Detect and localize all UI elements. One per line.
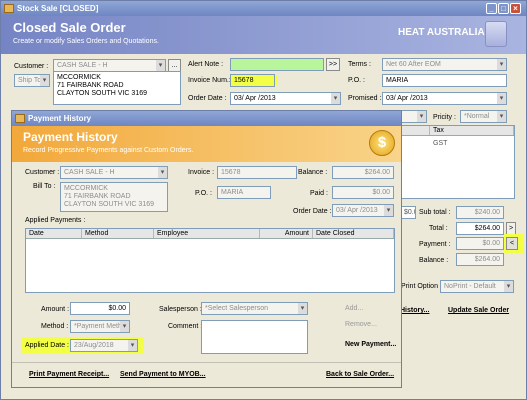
back-to-sale-order-link[interactable]: Back to Sale Order... [326,371,394,378]
terms-label: Terms : [348,61,371,68]
col-method[interactable]: Method [82,229,154,238]
tax-column-header: Tax [430,126,514,135]
total-field: $264.00 [456,222,504,235]
salesperson-label: Salesperson : [159,306,202,313]
sale-items-grid[interactable]: Tax GST [399,125,515,199]
payment-app-icon [15,114,25,123]
pay-balance-label: Balance : [298,169,328,176]
customer-label: Customer : [14,63,49,70]
pay-paid-label: Paid : [310,190,328,197]
col-date-closed[interactable]: Date Closed [313,229,394,238]
salesperson-combo[interactable]: *Select Salesperson [201,302,308,315]
tax-cell: GST [433,140,448,147]
pay-amount-label: Amount : [41,306,70,313]
applied-payments-label: Applied Payments : [25,217,86,224]
applied-date-field[interactable]: 23/Aug/2018 [70,339,138,352]
sale-order-titlebar[interactable]: Stock Sale [CLOSED] _ □ × [1,1,526,16]
pay-po-field: MARIA [217,186,271,199]
balance-label: Balance : [419,257,449,264]
invoice-highlight [275,76,278,85]
terms-combo[interactable]: Net 60 After EOM [382,58,507,71]
col-amount[interactable]: Amount [260,229,313,238]
pay-balance-field: $264.00 [332,166,394,179]
pay-invoice-field: 15678 [217,166,297,179]
banner-title: Closed Sale Order [13,20,126,35]
balance-field: $264.00 [456,253,504,266]
pay-method-combo[interactable]: *Payment Method... [70,320,130,333]
comment-label: Comment : [168,323,203,330]
update-sale-order-link[interactable]: Update Sale Order [448,307,509,314]
pay-paid-field: $0.00 [332,186,394,199]
app-icon [4,4,14,13]
brand-label: HEAT AUSTRALIA [398,27,485,38]
minimize-button[interactable]: _ [486,3,497,14]
partial-amount-field: $0.00 [400,206,416,219]
sale-order-title: Stock Sale [CLOSED] [17,4,99,13]
po-field[interactable]: MARIA [382,74,507,87]
order-date-field[interactable]: 03/ Apr /2013 [230,92,341,105]
promised-label: Promised : [348,95,382,102]
dialog-divider [12,362,401,363]
applied-payments-grid[interactable]: Date Method Employee Amount Date Closed [25,228,395,293]
stack-icon [485,21,507,47]
print-payment-receipt-link[interactable]: Print Payment Receipt... [29,371,109,378]
remove-link[interactable]: Remove... [345,321,377,328]
invoice-num-label: Invoice Num.: [188,77,231,84]
payment-history-window: Payment History Payment History Record P… [11,110,402,388]
print-option-label: Print Option : [401,283,442,290]
alert-note-field[interactable] [230,58,324,71]
priority-label: Pricity : [433,114,456,121]
sub-total-field: $240.00 [456,206,504,219]
bill-to-label: Bill To : [33,183,56,190]
ship-to-combo[interactable]: Ship To [14,74,50,87]
print-option-combo[interactable]: NoPrint - Default [440,280,514,293]
pay-order-date-field: 03/ Apr /2013 [332,204,394,217]
col-date[interactable]: Date [26,229,82,238]
comment-textarea[interactable] [201,320,308,354]
unnamed-combo[interactable] [401,110,427,123]
send-to-myob-link[interactable]: Send Payment to MYOB... [120,371,206,378]
sub-total-label: Sub total : [419,209,451,216]
maximize-button[interactable]: □ [498,3,509,14]
pay-customer-combo[interactable]: CASH SALE - H [60,166,168,179]
payment-history-button[interactable]: < [506,237,518,250]
ship-address: MCCORMICK 71 FAIRBANK ROAD CLAYTON SOUTH… [53,71,181,105]
dollar-coin-icon: $ [369,130,395,156]
alert-note-button[interactable]: >> [326,58,340,71]
priority-combo[interactable]: *Normal [460,110,507,123]
payment-history-titlebar[interactable]: Payment History [12,111,401,126]
payment-field: $0.00 [456,237,504,250]
close-button[interactable]: × [510,3,521,14]
pay-customer-label: Customer : [25,169,60,176]
payment-history-title: Payment History [28,114,92,123]
applied-date-label: Applied Date : [25,342,69,349]
new-payment-link[interactable]: New Payment... [345,341,396,348]
col-employee[interactable]: Employee [154,229,260,238]
total-label: Total : [429,225,448,232]
bill-to-address: MCCORMICK 71 FAIRBANK ROAD CLAYTON SOUTH… [60,182,168,212]
pay-invoice-label: Invoice : [188,169,215,176]
payment-banner-title: Payment History [23,130,118,144]
pay-po-label: P.O. : [195,190,212,197]
history-link[interactable]: History... [400,307,429,314]
promised-date-field[interactable]: 03/ Apr /2013 [382,92,507,105]
pay-order-date-label: Order Date : [293,208,332,215]
alert-note-label: Alert Note : [188,61,224,68]
sale-order-banner: Closed Sale Order Create or modify Sales… [1,16,526,54]
payment-banner: Payment History Record Progressive Payme… [12,126,401,162]
payment-banner-subtitle: Record Progressive Payments against Cust… [23,147,194,154]
payment-label: Payment : [419,241,451,248]
pay-method-label: Method : [41,323,69,330]
po-label: P.O. : [348,77,365,84]
add-link[interactable]: Add... [345,305,363,312]
banner-subtitle: Create or modify Sales Orders and Quotat… [13,38,159,45]
order-date-label: Order Date : [188,95,227,102]
pay-amount-field[interactable]: $0.00 [70,302,130,315]
invoice-num-field[interactable]: 15678 [230,74,275,87]
